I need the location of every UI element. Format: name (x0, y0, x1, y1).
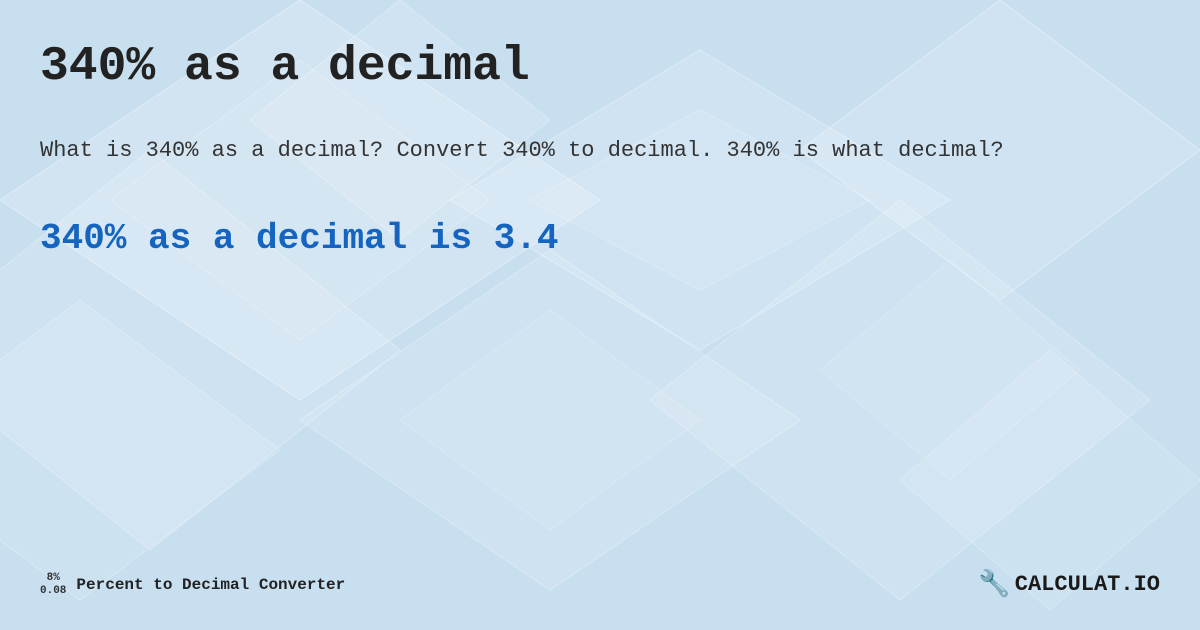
page-footer: 8% 0.08 Percent to Decimal Converter 🔧 C… (40, 559, 1160, 600)
page-title: 340% as a decimal (40, 40, 1160, 94)
footer-logo: 🔧 CALCULAT.IO (978, 569, 1160, 600)
logo-text: CALCULAT.IO (1015, 572, 1160, 597)
result-text: 340% as a decimal is 3.4 (40, 218, 1160, 259)
badge-bottom: 0.08 (40, 585, 66, 597)
logo-icon: 🔧 (978, 569, 1010, 600)
page-content: 340% as a decimal What is 340% as a deci… (0, 0, 1200, 630)
badge-top: 8% (47, 572, 60, 584)
page-description: What is 340% as a decimal? Convert 340% … (40, 134, 1160, 168)
footer-label: Percent to Decimal Converter (76, 576, 345, 594)
footer-badge: 8% 0.08 (40, 572, 66, 596)
footer-left: 8% 0.08 Percent to Decimal Converter (40, 572, 345, 596)
